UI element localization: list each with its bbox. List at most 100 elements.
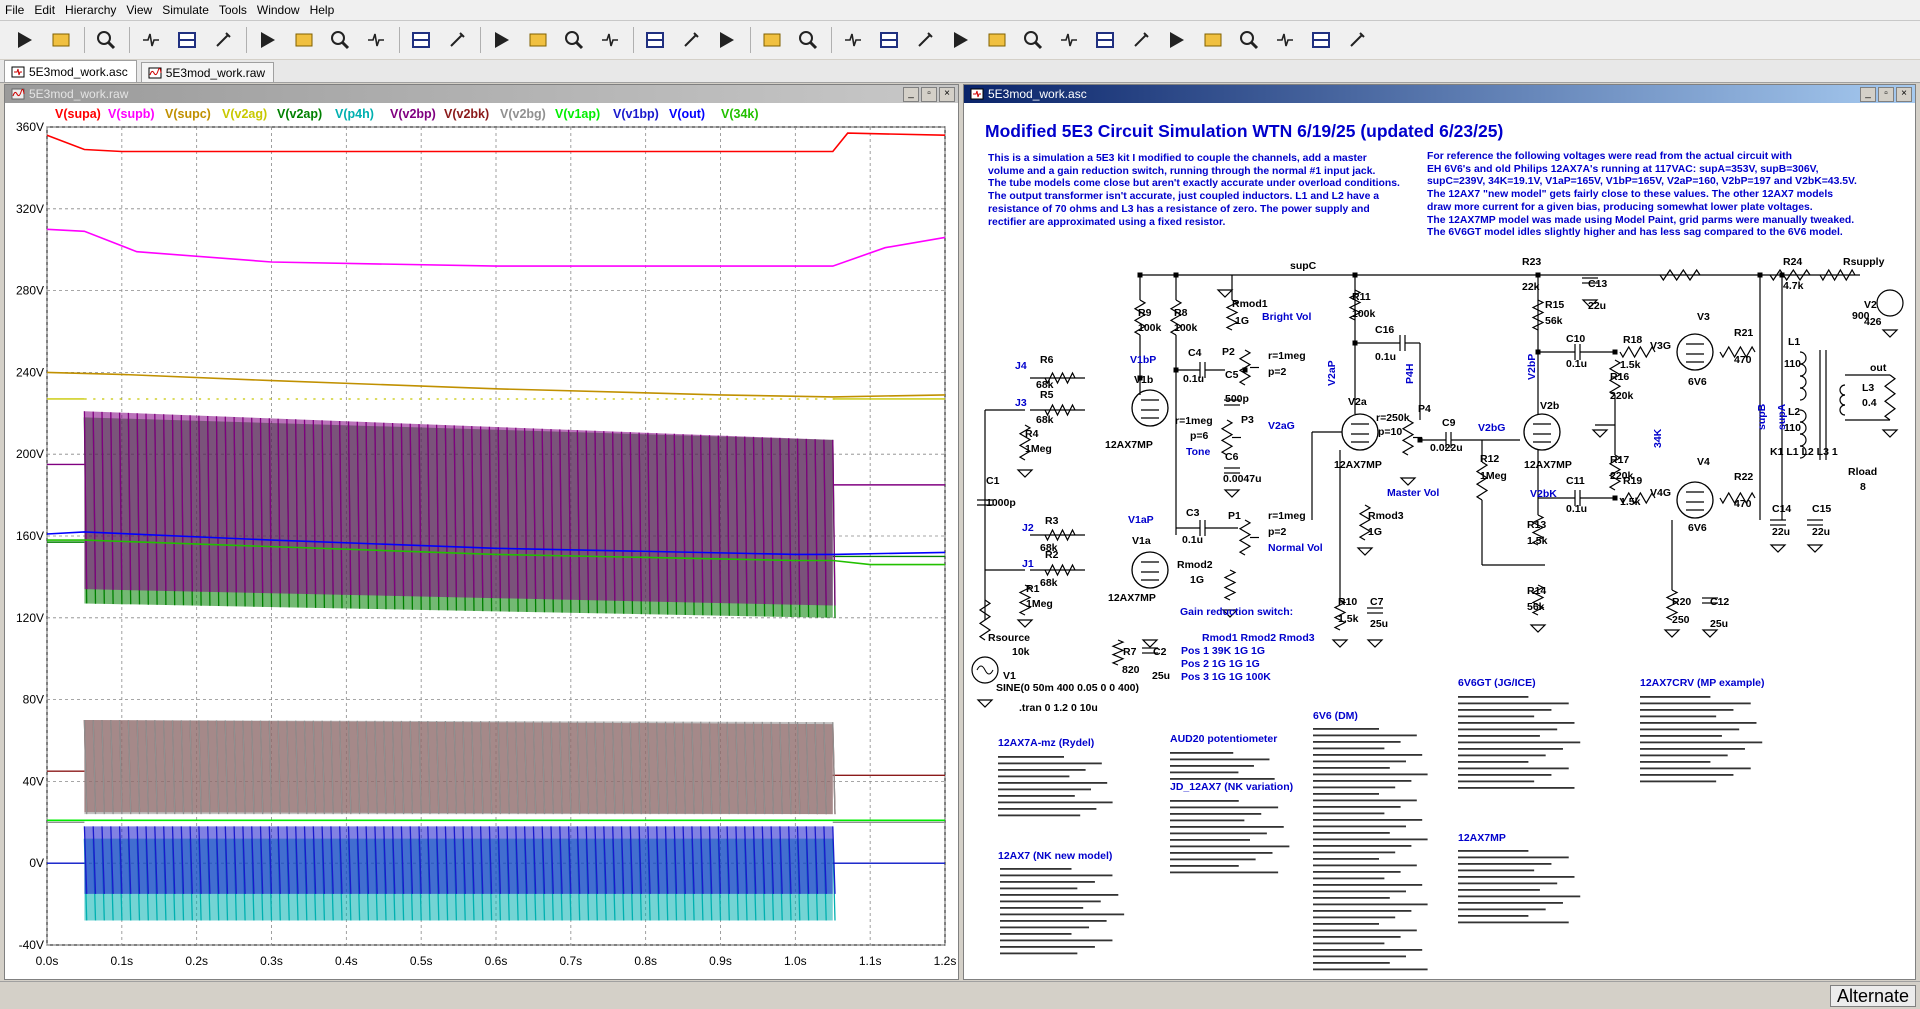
print-button[interactable] <box>757 25 787 55</box>
waveform-plot[interactable]: 0.0s0.1s0.2s0.3s0.4s0.5s0.6s0.7s0.8s0.9s… <box>5 103 960 979</box>
toolbar-separator <box>633 27 634 53</box>
capacitor-icon <box>986 29 1008 51</box>
text-button[interactable] <box>1306 25 1336 55</box>
menu-hierarchy[interactable]: Hierarchy <box>60 0 121 20</box>
tab-label: 5E3mod_work.raw <box>166 66 265 80</box>
tile-horizontal-button[interactable] <box>487 25 517 55</box>
restore-button[interactable]: ▫ <box>921 87 937 102</box>
x-tick-label: 0.3s <box>260 954 283 968</box>
open-button[interactable] <box>46 25 76 55</box>
y-tick-label: 320V <box>16 202 44 216</box>
x-tick-label: 0.1s <box>110 954 133 968</box>
minimize-button[interactable]: _ <box>1860 87 1876 102</box>
cascade-button[interactable] <box>559 25 589 55</box>
y-tick-label: -40V <box>19 938 44 952</box>
x-tick-label: 1.0s <box>784 954 807 968</box>
zoom-cancel-icon <box>365 29 387 51</box>
y-tick-label: 160V <box>16 529 44 543</box>
grid-button[interactable] <box>442 25 472 55</box>
halt-button[interactable] <box>172 25 202 55</box>
find-button[interactable] <box>712 25 742 55</box>
status-bar: Alternate <box>0 981 1920 1009</box>
drag-button[interactable] <box>1126 25 1156 55</box>
rotate-icon <box>1238 29 1260 51</box>
text-icon <box>1310 29 1332 51</box>
waveform-window-titlebar[interactable]: 5E3mod_work.raw _ ▫ × <box>5 85 958 103</box>
minimize-button[interactable]: _ <box>903 87 919 102</box>
diode-button[interactable] <box>1018 25 1048 55</box>
capacitor-button[interactable] <box>982 25 1012 55</box>
tab-schematic[interactable]: 5E3mod_work.asc <box>4 60 137 82</box>
tile-horizontal-icon <box>491 29 513 51</box>
tile-vertical-button[interactable] <box>523 25 553 55</box>
spice-directive-button[interactable] <box>1342 25 1372 55</box>
y-tick-label: 280V <box>16 284 44 298</box>
zoom-area-button[interactable] <box>289 25 319 55</box>
y-tick-label: 240V <box>16 365 44 379</box>
menu-edit[interactable]: Edit <box>29 0 60 20</box>
menu-window[interactable]: Window <box>252 0 305 20</box>
x-tick-label: 0.7s <box>559 954 582 968</box>
rotate-button[interactable] <box>1234 25 1264 55</box>
menu-view[interactable]: View <box>121 0 157 20</box>
menu-help[interactable]: Help <box>305 0 340 20</box>
menu-simulate[interactable]: Simulate <box>157 0 214 20</box>
document-tab-bar: 5E3mod_work.asc 5E3mod_work.raw <box>0 60 1920 83</box>
run-button[interactable] <box>10 25 40 55</box>
trace-vv2bg[interactable] <box>47 720 945 822</box>
ground-button[interactable] <box>874 25 904 55</box>
trace-vv1bp[interactable] <box>47 826 945 894</box>
cascade-icon <box>563 29 585 51</box>
print-setup-icon <box>797 29 819 51</box>
print-setup-button[interactable] <box>793 25 823 55</box>
x-tick-label: 1.2s <box>934 954 957 968</box>
redo-button[interactable] <box>1198 25 1228 55</box>
pan-icon <box>212 29 234 51</box>
mirror-button[interactable] <box>1270 25 1300 55</box>
save-icon <box>95 29 117 51</box>
component-button[interactable] <box>1054 25 1084 55</box>
trace-vv2bp[interactable] <box>47 411 945 605</box>
y-tick-label: 200V <box>16 447 44 461</box>
control-panel-button[interactable] <box>136 25 166 55</box>
tab-waveform[interactable]: 5E3mod_work.raw <box>141 62 274 82</box>
toolbar <box>0 21 1920 59</box>
schematic-window-titlebar[interactable]: 5E3mod_work.asc _ ▫ × <box>964 85 1915 103</box>
mirror-icon <box>1274 29 1296 51</box>
close-all-button[interactable] <box>595 25 625 55</box>
pan-button[interactable] <box>208 25 238 55</box>
draw-wire-button[interactable] <box>838 25 868 55</box>
menu-file[interactable]: File <box>0 0 29 20</box>
resistor-button[interactable] <box>946 25 976 55</box>
schematic-window[interactable]: 5E3mod_work.asc _ ▫ × <box>963 84 1916 980</box>
close-button[interactable]: × <box>939 87 955 102</box>
copy-icon <box>680 29 702 51</box>
zoom-in-button[interactable] <box>253 25 283 55</box>
x-tick-label: 0.4s <box>335 954 358 968</box>
x-tick-label: 0.0s <box>36 954 59 968</box>
schematic-file-icon <box>11 66 25 78</box>
waveform-window[interactable]: 5E3mod_work.raw _ ▫ × V(supa)V(supb)V(su… <box>4 84 959 980</box>
move-icon <box>1094 29 1116 51</box>
close-button[interactable]: × <box>1896 87 1912 102</box>
menu-tools[interactable]: Tools <box>214 0 252 20</box>
label-net-button[interactable] <box>910 25 940 55</box>
toolbar-separator <box>129 27 130 53</box>
toolbar-separator <box>399 27 400 53</box>
undo-button[interactable] <box>1162 25 1192 55</box>
tab-label: 5E3mod_work.asc <box>29 65 128 79</box>
save-button[interactable] <box>91 25 121 55</box>
copy-button[interactable] <box>676 25 706 55</box>
move-button[interactable] <box>1090 25 1120 55</box>
zoom-cancel-button[interactable] <box>361 25 391 55</box>
zoom-out-button[interactable] <box>325 25 355 55</box>
zoom-out-icon <box>329 29 351 51</box>
diode-icon <box>1022 29 1044 51</box>
label-net-icon <box>914 29 936 51</box>
autorange-button[interactable] <box>406 25 436 55</box>
restore-button[interactable]: ▫ <box>1878 87 1894 102</box>
menu-bar: FileEditHierarchyViewSimulateToolsWindow… <box>0 0 1920 21</box>
x-tick-label: 0.5s <box>410 954 433 968</box>
cut-button[interactable] <box>640 25 670 55</box>
undo-icon <box>1166 29 1188 51</box>
